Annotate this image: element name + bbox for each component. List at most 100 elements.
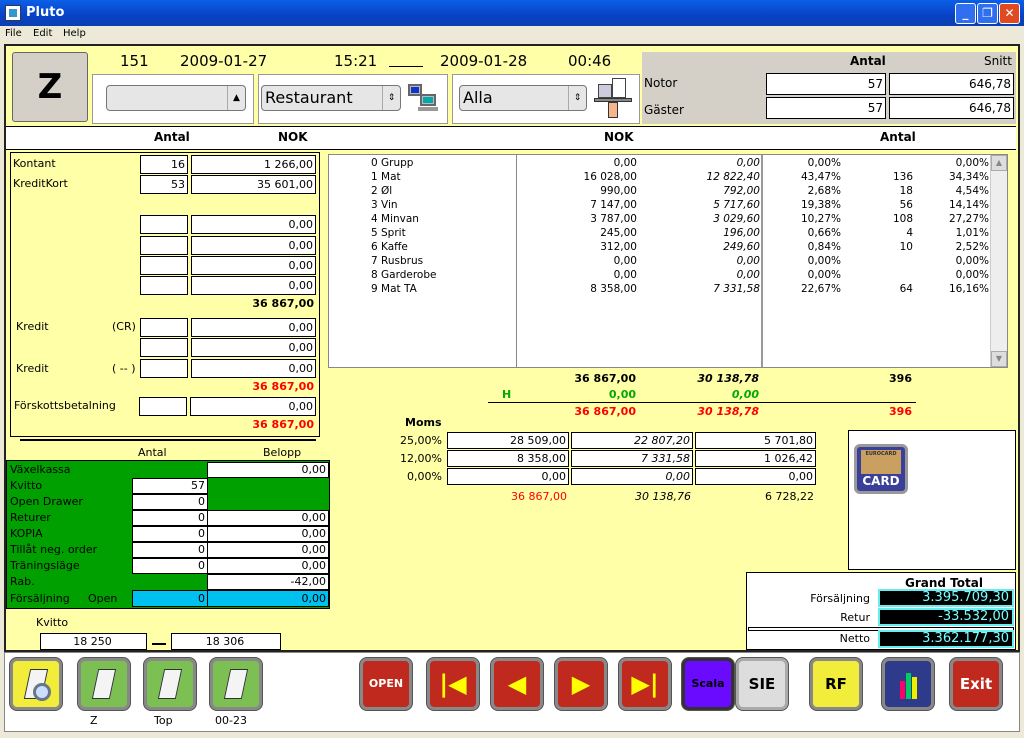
select-1[interactable]: ▲ <box>106 85 246 111</box>
drawer-antal: 0 <box>132 558 208 574</box>
scrollbar[interactable]: ▲ ▼ <box>990 155 1007 367</box>
hours-report-button[interactable] <box>210 658 262 710</box>
group-antal-pct: 0,00% <box>955 255 989 267</box>
moms-total-gross: 36 867,00 <box>511 490 567 503</box>
open-drawer-button[interactable]: OPEN <box>360 658 412 710</box>
payment-nok: 0,00 <box>191 276 316 295</box>
stats-antal-header: Antal <box>850 54 886 68</box>
group-net: 196,00 <box>723 227 760 239</box>
search-receipt-button[interactable] <box>10 658 62 710</box>
grand-sale-label: Försäljning <box>810 592 870 605</box>
rf-button[interactable]: RF <box>810 658 862 710</box>
receipt-icon <box>157 669 183 699</box>
updown-icon: ⇕ <box>382 86 400 110</box>
magnifier-icon <box>33 683 51 701</box>
group-net: 3 029,60 <box>713 213 760 225</box>
group-name: 0 Grupp <box>371 157 414 169</box>
moms-gross: 8 358,00 <box>447 450 569 467</box>
menu-help[interactable]: Help <box>63 28 86 39</box>
payments-total2: 36 867,00 <box>252 380 314 393</box>
group-name: 5 Sprit <box>371 227 406 239</box>
moms-net: 7 331,58 <box>571 450 693 467</box>
top-button-label: Top <box>154 714 173 727</box>
payments-total3: 36 867,00 <box>252 418 314 431</box>
col-antal: Antal <box>154 130 190 144</box>
group-antal: 56 <box>899 199 913 211</box>
last-button[interactable]: ▶| <box>619 658 671 710</box>
previous-button[interactable]: ◀ <box>491 658 543 710</box>
group-antal-pct: 1,01% <box>955 227 989 239</box>
payment-label: KreditKort <box>13 177 68 190</box>
group-pct: 2,68% <box>807 185 841 197</box>
payment-nok: 0,00 <box>191 215 316 234</box>
group-name: 6 Kaffe <box>371 241 408 253</box>
group-net: 249,60 <box>723 241 760 253</box>
gaster-snitt: 646,78 <box>889 97 1014 119</box>
kredit-dash-value: 0,00 <box>191 359 316 378</box>
drawer-belopp: -42,00 <box>207 574 329 590</box>
group-nok: 7 147,00 <box>590 199 637 211</box>
card-button[interactable]: EUROCARD CARD <box>854 444 908 494</box>
drawer-antal: 57 <box>132 478 208 494</box>
payment-antal: 53 <box>140 175 188 194</box>
sale-status: Open <box>88 592 118 605</box>
total-net: 30 138,78 <box>697 372 759 385</box>
grand-total-title: Grand Total <box>905 576 983 590</box>
minimize-button[interactable]: _ <box>955 3 976 24</box>
menu-bar: File Edit Help <box>0 26 1024 43</box>
group-name: 1 Mat <box>371 171 401 183</box>
start-date: 2009-01-27 <box>180 52 268 70</box>
scroll-up-icon[interactable]: ▲ <box>991 155 1007 171</box>
col-antal-groups: Antal <box>880 130 916 144</box>
sale-label: Försäljning <box>10 592 70 605</box>
drawer-belopp: 0,00 <box>207 510 329 526</box>
next-button[interactable]: ▶ <box>555 658 607 710</box>
h-label: H <box>502 388 512 401</box>
drawer-label: Returer <box>10 511 51 524</box>
top-report-button[interactable] <box>144 658 196 710</box>
maximize-button[interactable]: ❐ <box>977 3 998 24</box>
z-report-button[interactable] <box>78 658 130 710</box>
z-mode-button[interactable]: Z <box>12 52 88 122</box>
stats-snitt-header: Snitt <box>984 54 1012 68</box>
group-nok: 0,00 <box>613 255 637 267</box>
notor-snitt: 646,78 <box>889 73 1014 95</box>
end-date: 2009-01-28 <box>440 52 528 70</box>
menu-file[interactable]: File <box>5 28 22 39</box>
menu-edit[interactable]: Edit <box>33 28 52 39</box>
drawer-antal: 0 <box>132 526 208 542</box>
drawer-label: Kvitto <box>10 479 43 492</box>
payment-nok: 0,00 <box>191 236 316 255</box>
drawer-label: Tillåt neg. order <box>10 543 98 556</box>
exit-button[interactable]: Exit <box>950 658 1002 710</box>
drawer-label: KOPIA <box>10 527 43 540</box>
drawer-antal: 0 <box>132 494 208 510</box>
group-antal: 10 <box>899 241 913 253</box>
group-net: 0,00 <box>736 269 760 281</box>
hours-button-label: 00-23 <box>215 714 247 727</box>
report-number: 151 <box>120 52 149 70</box>
moms-total-net: 30 138,76 <box>635 490 691 503</box>
department-value: Restaurant <box>265 88 353 107</box>
scroll-down-icon[interactable]: ▼ <box>991 351 1007 367</box>
network-computers-icon[interactable] <box>406 82 440 114</box>
range-dash <box>389 66 423 67</box>
first-button[interactable]: |◀ <box>427 658 479 710</box>
filter-value: Alla <box>463 88 493 107</box>
card-label: CARD <box>862 474 900 488</box>
group-pct: 19,38% <box>800 199 841 211</box>
sie-button[interactable]: SIE <box>736 658 788 710</box>
kredit-cr-tag: (CR) <box>112 320 136 333</box>
receipt-icon <box>91 669 117 699</box>
statistics-button[interactable] <box>882 658 934 710</box>
total-antal: 396 <box>889 372 912 385</box>
filter-select[interactable]: Alla ⇕ <box>459 85 587 111</box>
payment-label: Kontant <box>13 157 56 170</box>
group-net: 792,00 <box>723 185 760 197</box>
department-select[interactable]: Restaurant ⇕ <box>261 85 401 111</box>
credit-card-icon: EUROCARD <box>861 450 901 474</box>
waiter-tray-icon[interactable] <box>592 76 634 120</box>
drawer-antal: 0 <box>132 542 208 558</box>
close-button[interactable]: ✕ <box>999 3 1020 24</box>
scala-button[interactable]: Scala <box>682 658 734 710</box>
